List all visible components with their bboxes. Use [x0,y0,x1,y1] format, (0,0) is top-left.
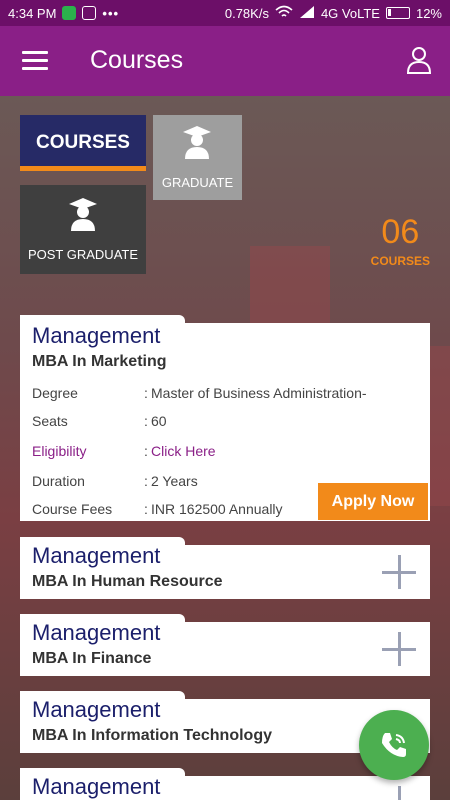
course-category: Management [32,620,161,645]
call-button[interactable] [359,710,429,780]
course-program: MBA In Finance [32,650,152,667]
detail-key: Course Fees [32,501,113,517]
status-time: 4:34 PM [8,5,57,21]
user-icon[interactable] [406,46,432,74]
more-notifications-icon: ••• [102,5,120,21]
plus-icon[interactable] [382,632,416,666]
plus-icon[interactable] [382,786,416,800]
tab-post-graduate[interactable]: POST GRADUATE [20,185,146,274]
course-card-expanded[interactable]: Management MBA In Marketing Degree : Mas… [20,315,430,521]
detail-value: Master of Business Administration- [151,385,367,401]
course-count-number: 06 [381,213,420,251]
network-type: 4G VoLTE [320,5,380,21]
plus-icon[interactable] [382,555,416,589]
course-card[interactable]: Management MBA In Finance [20,614,430,676]
graduate-icon [183,126,211,159]
tab-graduate-label: GRADUATE [161,175,234,190]
app-notification-icon [62,6,77,20]
detail-key: Seats [32,413,68,429]
graduate-icon [69,198,97,231]
course-program: MBA In Information Technology [32,727,272,744]
tab-graduate[interactable]: GRADUATE [153,115,242,200]
wifi-icon [275,5,293,22]
course-category: Management [32,774,161,799]
course-program: MBA In Marketing [32,353,167,370]
apply-now-button[interactable]: Apply Now [318,483,428,520]
battery-level: 12% [415,5,442,21]
status-bar: 4:34 PM ••• 0.78K/s 4G VoLTE 12% [0,0,450,26]
page-title: Courses [90,46,184,74]
tab-courses[interactable]: COURSES [20,115,146,171]
tab-courses-label: COURSES [36,132,130,153]
course-count: 06 COURSES [371,213,430,268]
course-card[interactable]: Management MBA In Human Resource [20,537,430,599]
course-count-label: COURSES [370,254,430,268]
detail-value: 60 [151,413,167,429]
detail-key: Degree [32,385,78,401]
tab-post-graduate-label: POST GRADUATE [27,247,139,262]
course-category: Management [32,543,161,568]
battery-icon [385,7,410,19]
shield-notification-icon [82,6,97,20]
detail-key: Eligibility [32,443,87,459]
phone-icon [382,733,406,757]
course-program: MBA In Human Resource [32,573,223,590]
detail-value: 2 Years [151,473,198,489]
network-speed: 0.78K/s [224,5,269,21]
course-card[interactable]: Management [20,768,430,800]
menu-icon[interactable] [22,51,48,71]
app-bar: Courses [0,26,450,96]
eligibility-link[interactable]: Click Here [151,443,216,459]
detail-key: Duration [32,473,85,489]
course-category: Management [32,323,161,348]
course-category: Management [32,697,161,722]
signal-icon [299,5,315,22]
detail-value: INR 162500 Annually [151,501,283,517]
